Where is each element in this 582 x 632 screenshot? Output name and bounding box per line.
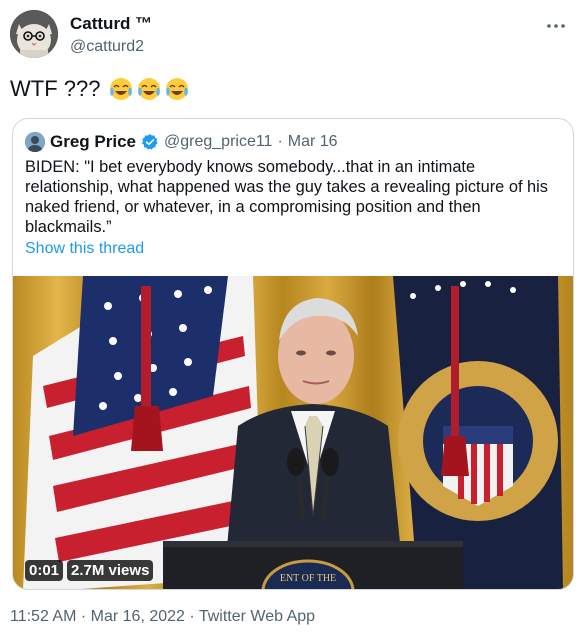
video-player[interactable]: ENT OF THE 0:01 2.7M views <box>13 276 573 589</box>
verified-badge-icon <box>141 134 158 150</box>
more-options-button[interactable] <box>544 16 568 36</box>
video-frame: ENT OF THE <box>13 276 573 589</box>
quoted-author-name[interactable]: Greg Price <box>50 132 136 152</box>
quoted-tweet[interactable]: Greg Price @greg_price11 · Mar 16 BIDEN:… <box>12 118 574 590</box>
video-view-count: 2.7M views <box>67 560 154 581</box>
source-app-link[interactable]: Twitter Web App <box>199 608 315 625</box>
quoted-author-avatar[interactable] <box>25 132 45 152</box>
more-horizontal-icon <box>547 24 565 28</box>
quoted-tweet-header: Greg Price @greg_price11 · Mar 16 <box>25 131 338 153</box>
tweet-text-content: WTF ??? <box>10 76 101 101</box>
tweet-date[interactable]: Mar 16, 2022 <box>91 608 185 625</box>
tweet: Catturd ™ @catturd2 WTF ??? Greg Price @… <box>0 0 582 632</box>
face-with-tears-of-joy-icon <box>166 78 189 100</box>
video-timestamp: 0:01 <box>25 560 64 581</box>
quoted-author-handle[interactable]: @greg_price11 <box>164 133 272 151</box>
seal-text: ENT OF THE <box>280 573 336 584</box>
author-name[interactable]: Catturd ™ <box>70 14 152 34</box>
video-badges: 0:01 2.7M views <box>25 560 154 581</box>
tweet-metadata: 11:52 AM · Mar 16, 2022 · Twitter Web Ap… <box>10 608 315 626</box>
show-thread-link[interactable]: Show this thread <box>25 240 144 258</box>
tweet-time[interactable]: 11:52 AM <box>10 608 76 625</box>
separator-dot: · <box>277 133 283 150</box>
emoji-group <box>108 76 190 102</box>
separator-dot: · <box>184 608 199 625</box>
author-handle[interactable]: @catturd2 <box>70 38 144 56</box>
tweet-header: Catturd ™ @catturd2 <box>10 10 572 60</box>
separator-dot: · <box>76 608 91 625</box>
author-avatar[interactable] <box>10 10 58 58</box>
face-with-tears-of-joy-icon <box>138 78 161 100</box>
face-with-tears-of-joy-icon <box>110 78 133 100</box>
quoted-tweet-date[interactable]: Mar 16 <box>288 133 338 151</box>
quoted-tweet-text: BIDEN: "I bet everybody knows somebody..… <box>25 158 549 236</box>
tweet-text: WTF ??? <box>10 76 190 102</box>
